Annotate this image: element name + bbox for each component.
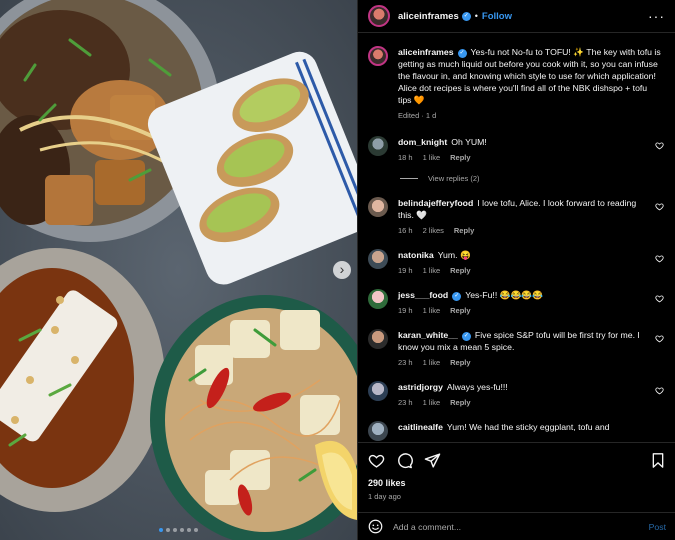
comment-text: Yum! We had the sticky eggplant, tofu an… bbox=[446, 422, 610, 432]
comments-list[interactable]: aliceinframes ✓ Yes-fu not No-fu to TOFU! … bbox=[358, 34, 675, 442]
reply-button[interactable]: Reply bbox=[450, 358, 470, 367]
comment-likes[interactable]: 1 like bbox=[423, 306, 441, 315]
verified-badge-icon: ✓ bbox=[461, 332, 471, 341]
carousel-dots bbox=[0, 528, 357, 532]
carousel-dot bbox=[194, 528, 198, 532]
like-comment-heart-icon[interactable] bbox=[655, 141, 664, 150]
comment-item: astridjorgy Always yes-fu!!! 23 h 1 like … bbox=[368, 381, 666, 407]
commenter-username[interactable]: jess___food bbox=[398, 290, 448, 300]
commenter-username[interactable]: dom_knight bbox=[398, 137, 447, 147]
post-timestamp: 1 day ago bbox=[368, 492, 401, 501]
carousel-dot bbox=[187, 528, 191, 532]
comment-item: belindajefferyfood I love tofu, Alice. I … bbox=[368, 197, 666, 235]
comment-time: 19 h bbox=[398, 266, 413, 275]
comment-text: Always yes-fu!!! bbox=[446, 382, 508, 392]
likes-count[interactable]: 290 likes bbox=[368, 478, 666, 488]
comment-item: jess___food ✓ Yes-Fu!! 😂😂😂😂 19 h 1 like Re… bbox=[368, 289, 666, 315]
reply-button[interactable]: Reply bbox=[450, 153, 470, 162]
comment-item: caitlinealfe Yum! We had the sticky eggpl… bbox=[368, 421, 666, 441]
comment-time: 23 h bbox=[398, 358, 413, 367]
view-replies-label: View replies (2) bbox=[428, 174, 480, 183]
reply-button[interactable]: Reply bbox=[450, 266, 470, 275]
comment-text: Yes-Fu!! 😂😂😂😂 bbox=[465, 290, 543, 300]
author-username[interactable]: aliceinframes bbox=[398, 11, 459, 22]
comment-text: Oh YUM! bbox=[451, 137, 487, 147]
carousel-next-button[interactable]: › bbox=[333, 261, 351, 279]
food-photo-image bbox=[0, 0, 357, 540]
commenter-username[interactable]: karan_white__ bbox=[398, 330, 458, 340]
commenter-username[interactable]: caitlinealfe bbox=[398, 422, 443, 432]
caption-username[interactable]: aliceinframes bbox=[398, 47, 454, 57]
like-heart-icon[interactable] bbox=[368, 452, 385, 469]
reply-button[interactable]: Reply bbox=[450, 398, 470, 407]
commenter-avatar[interactable] bbox=[368, 381, 388, 401]
reply-button[interactable]: Reply bbox=[450, 306, 470, 315]
comment-time: 23 h bbox=[398, 398, 413, 407]
commenter-avatar[interactable] bbox=[368, 289, 388, 309]
comment-time: 18 h bbox=[398, 153, 413, 162]
comment-item: natonika Yum. 😝 19 h 1 like Reply bbox=[368, 249, 666, 275]
comment-time: 16 h bbox=[398, 226, 413, 235]
save-bookmark-icon[interactable] bbox=[650, 452, 666, 469]
post-photo[interactable]: › bbox=[0, 0, 357, 540]
share-paper-plane-icon[interactable] bbox=[424, 452, 441, 469]
carousel-dot bbox=[180, 528, 184, 532]
like-comment-heart-icon[interactable] bbox=[655, 386, 664, 395]
comment-likes[interactable]: 1 like bbox=[423, 153, 441, 162]
post-header: aliceinframes ✓ • Follow ··· bbox=[358, 0, 675, 33]
post-sidebar: aliceinframes ✓ • Follow ··· aliceinfram… bbox=[357, 0, 675, 540]
commenter-username[interactable]: astridjorgy bbox=[398, 382, 443, 392]
view-replies-line bbox=[400, 178, 418, 179]
carousel-dot bbox=[159, 528, 163, 532]
commenter-avatar[interactable] bbox=[368, 249, 388, 269]
like-comment-heart-icon[interactable] bbox=[655, 202, 664, 211]
more-options-icon[interactable]: ··· bbox=[648, 8, 665, 24]
comment-likes[interactable]: 1 like bbox=[423, 266, 441, 275]
comment-bubble-icon[interactable] bbox=[396, 452, 413, 469]
caption-meta: Edited · 1 d bbox=[398, 111, 437, 120]
commenter-username[interactable]: belindajefferyfood bbox=[398, 198, 473, 208]
commenter-avatar[interactable] bbox=[368, 421, 388, 441]
comment-item: karan_white__ ✓ Five spice S&P tofu will b… bbox=[368, 329, 666, 367]
verified-badge-icon: ✓ bbox=[457, 49, 467, 58]
comment-likes[interactable]: 1 like bbox=[423, 358, 441, 367]
follow-button[interactable]: Follow bbox=[482, 11, 512, 22]
verified-badge-icon: ✓ bbox=[461, 11, 471, 21]
commenter-avatar[interactable] bbox=[368, 329, 388, 349]
reply-button[interactable]: Reply bbox=[454, 226, 474, 235]
add-comment-bar: Post bbox=[358, 512, 675, 540]
like-comment-heart-icon[interactable] bbox=[655, 334, 664, 343]
commenter-username[interactable]: natonika bbox=[398, 250, 434, 260]
add-comment-input[interactable] bbox=[393, 521, 649, 532]
commenter-avatar[interactable] bbox=[368, 197, 388, 217]
view-replies-button[interactable]: View replies (2) bbox=[400, 174, 666, 183]
author-avatar[interactable] bbox=[368, 5, 390, 27]
carousel-dot bbox=[166, 528, 170, 532]
comment-likes[interactable]: 2 likes bbox=[423, 226, 444, 235]
comment-time: 19 h bbox=[398, 306, 413, 315]
caption-avatar[interactable] bbox=[368, 46, 388, 66]
comment-item: dom_knight Oh YUM! 18 h 1 like Reply bbox=[368, 136, 666, 162]
comment-text: Yum. 😝 bbox=[437, 250, 471, 260]
caption: aliceinframes ✓ Yes-fu not No-fu to TOFU! … bbox=[368, 46, 666, 120]
emoji-icon[interactable] bbox=[368, 519, 383, 534]
comment-likes[interactable]: 1 like bbox=[423, 398, 441, 407]
verified-badge-icon: ✓ bbox=[452, 292, 462, 301]
post-actions: 290 likes 1 day ago bbox=[358, 442, 675, 501]
commenter-avatar[interactable] bbox=[368, 136, 388, 156]
like-comment-heart-icon[interactable] bbox=[655, 254, 664, 263]
like-comment-heart-icon[interactable] bbox=[655, 294, 664, 303]
carousel-dot bbox=[173, 528, 177, 532]
post-comment-button[interactable]: Post bbox=[649, 522, 666, 532]
separator-dot: • bbox=[474, 11, 478, 21]
caption-text: aliceinframes ✓ Yes-fu not No-fu to TOFU! … bbox=[398, 46, 662, 106]
